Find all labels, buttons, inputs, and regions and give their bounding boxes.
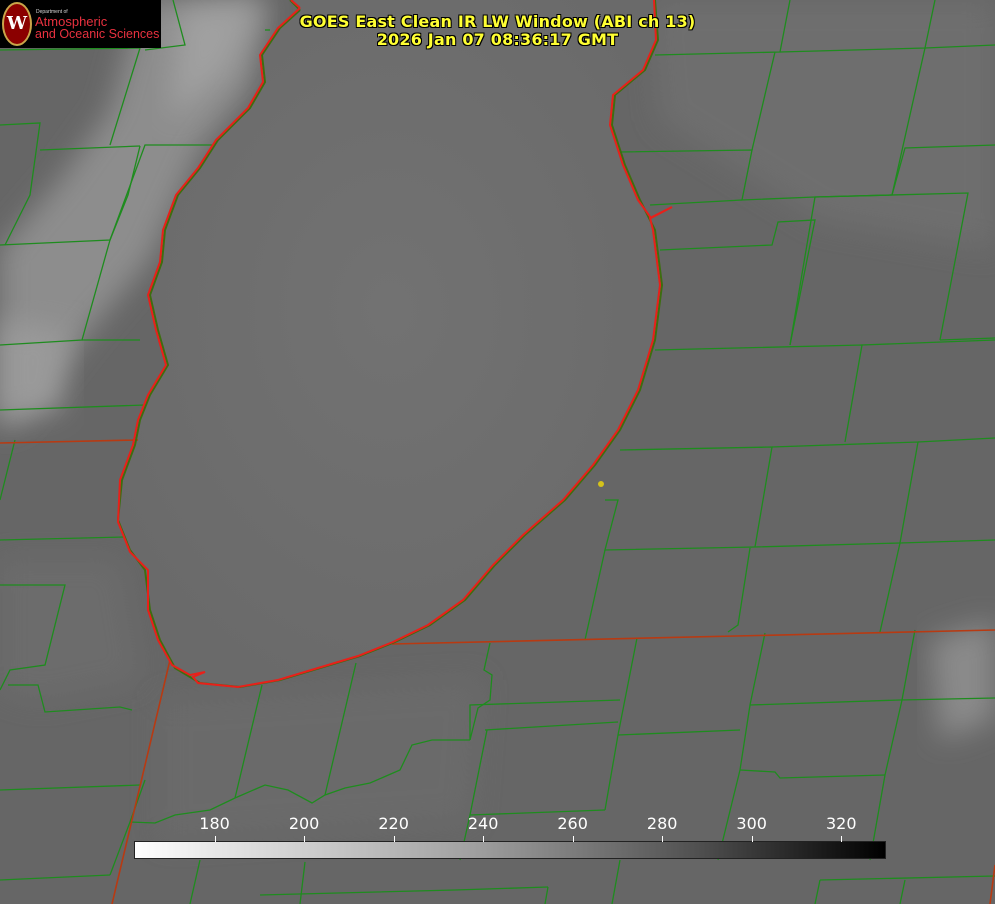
colorbar-tick-mark [393,836,395,842]
colorbar-tick-label: 240 [467,814,499,833]
colorbar-tick-label: 320 [825,814,857,833]
colorbar-tick-mark [572,836,574,842]
colorbar-tick-mark [214,836,216,842]
colorbar-tick-label: 180 [199,814,230,833]
colorbar-labels: 180 200 220 240 260 280 300 320 [0,814,995,834]
satellite-map [0,0,995,904]
image-title: GOES East Clean IR LW Window (ABI ch 13) [299,12,696,31]
colorbar-tick-mark [304,836,306,842]
colorbar-tick-mark [841,836,843,842]
colorbar-tick-mark [751,836,753,842]
colorbar-tick-label: 280 [646,814,678,833]
colorbar-tick-mark [662,836,664,842]
image-timestamp: 2026 Jan 07 08:36:17 GMT [376,30,619,49]
colorbar-tick-label: 200 [288,814,320,833]
station-marker [598,481,604,487]
colorbar-tick-label: 300 [736,814,767,833]
colorbar-tick-mark [483,836,485,842]
colorbar [134,841,886,859]
colorbar-tick-label: 260 [557,814,588,833]
colorbar-tick-label: 220 [378,814,409,833]
